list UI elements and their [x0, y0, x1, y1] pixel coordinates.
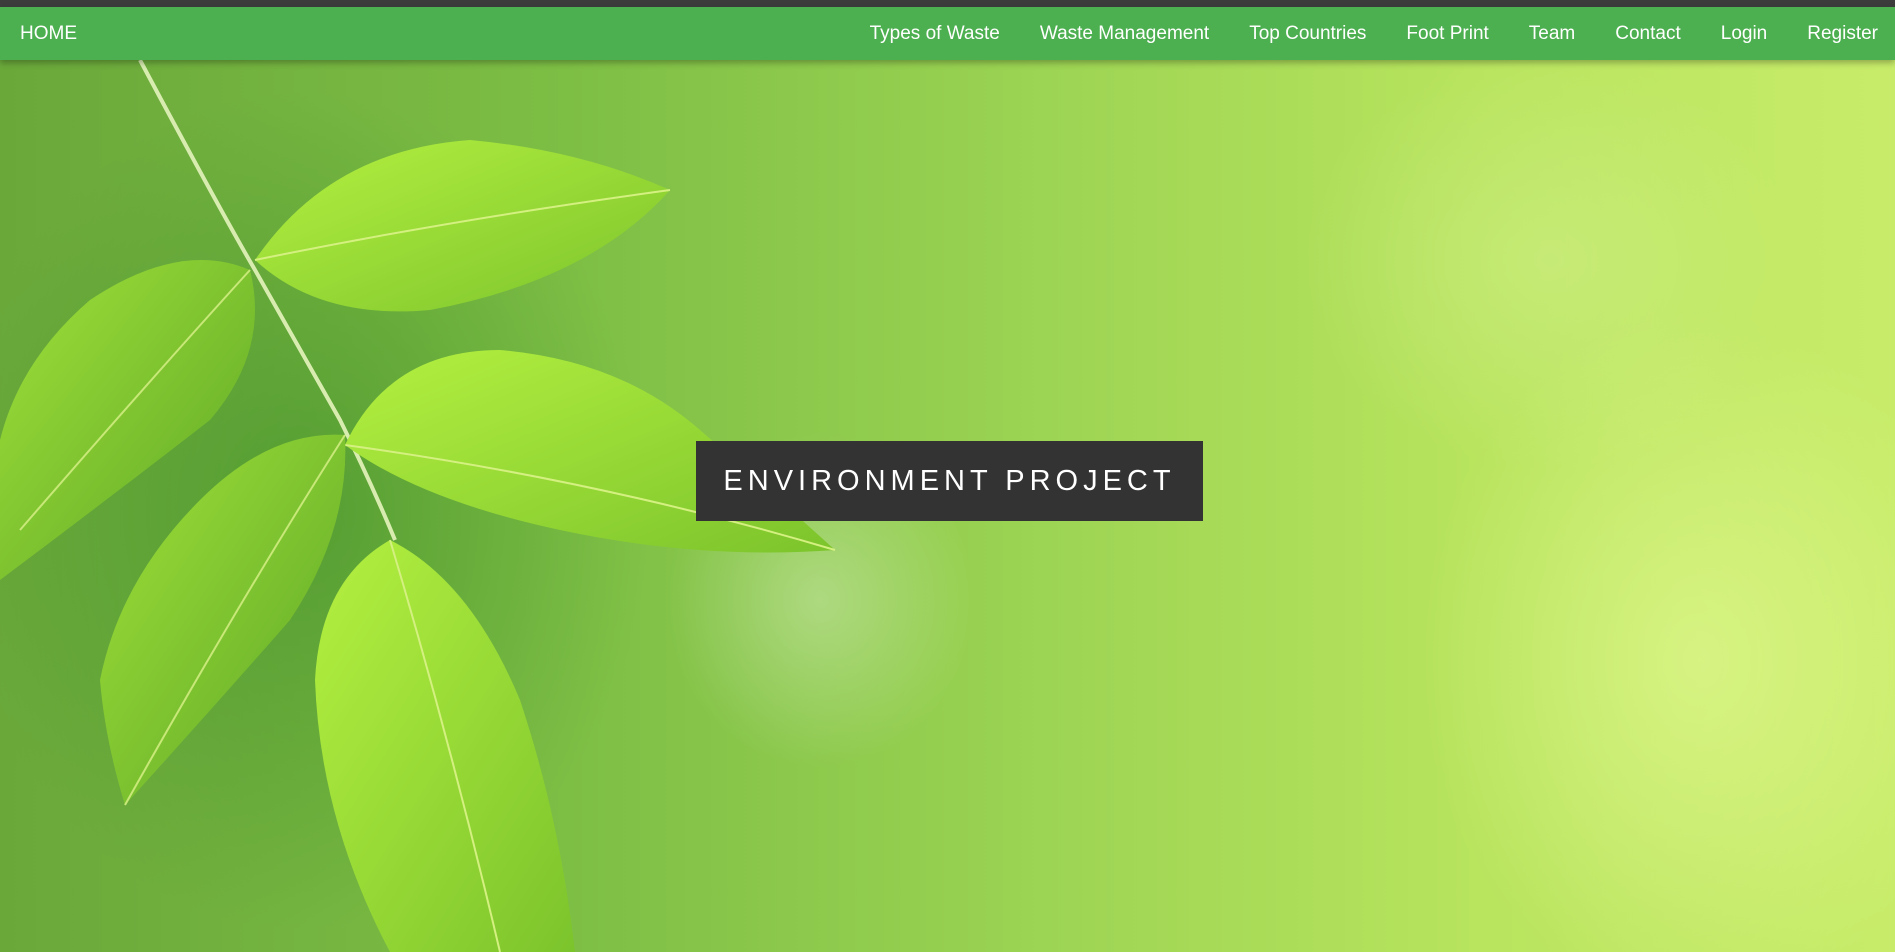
leaf-shape [315, 540, 575, 952]
nav-links: Types of Waste Waste Management Top Coun… [850, 7, 1895, 60]
hero-section: ENVIRONMENT PROJECT [0, 60, 1895, 952]
navbar: HOME Types of Waste Waste Management Top… [0, 7, 1895, 60]
hero-title: ENVIRONMENT PROJECT [696, 441, 1203, 521]
nav-link-contact[interactable]: Contact [1595, 7, 1700, 60]
nav-home-link[interactable]: HOME [20, 7, 77, 60]
nav-link-team[interactable]: Team [1509, 7, 1595, 60]
nav-link-login[interactable]: Login [1701, 7, 1788, 60]
nav-link-register[interactable]: Register [1787, 7, 1895, 60]
browser-top-strip [0, 0, 1895, 7]
nav-link-waste-management[interactable]: Waste Management [1020, 7, 1229, 60]
nav-link-foot-print[interactable]: Foot Print [1386, 7, 1508, 60]
nav-link-top-countries[interactable]: Top Countries [1229, 7, 1386, 60]
leaf-shape [255, 140, 670, 312]
leaf-shape [100, 434, 346, 805]
nav-link-types-of-waste[interactable]: Types of Waste [850, 7, 1020, 60]
page: HOME Types of Waste Waste Management Top… [0, 0, 1895, 952]
